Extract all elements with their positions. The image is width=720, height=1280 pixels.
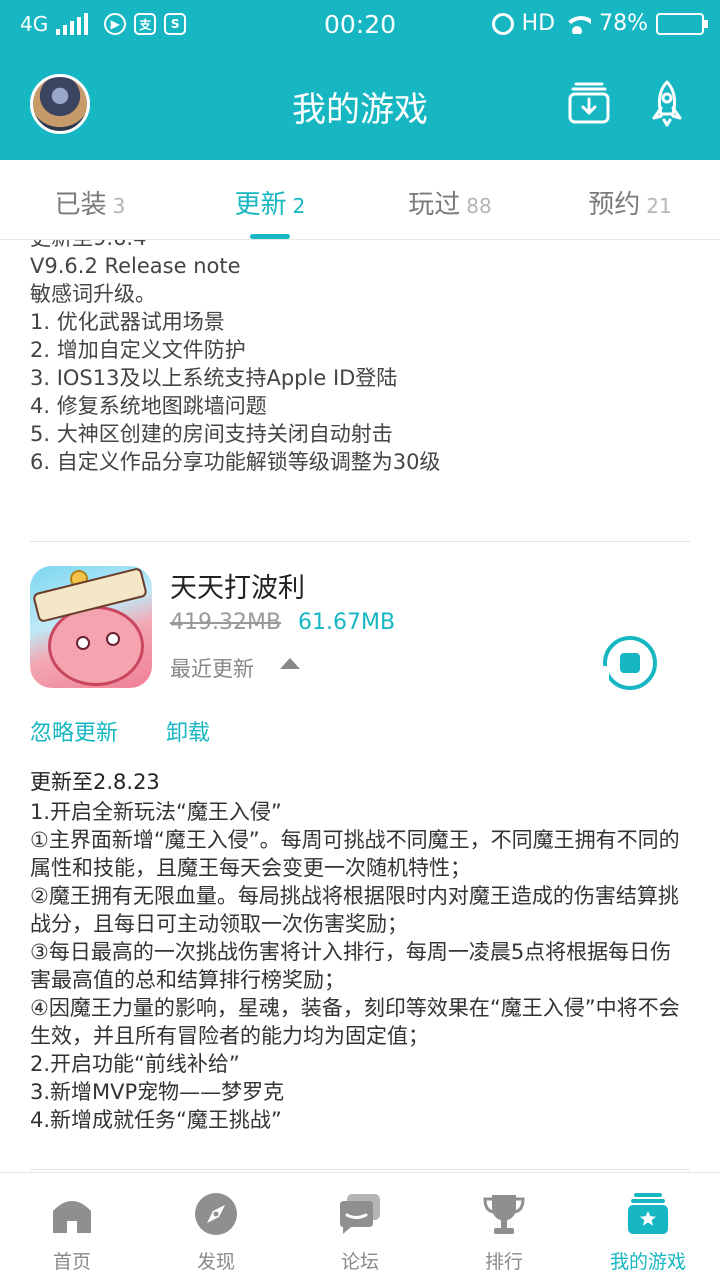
battery-percent: 78% bbox=[599, 11, 648, 36]
notes-title: 更新至2.8.23 bbox=[30, 770, 160, 794]
poring-graphic bbox=[48, 606, 144, 686]
game-title: 天天打波利 bbox=[170, 573, 305, 604]
tab-label: 玩过 bbox=[408, 190, 461, 220]
tab-played[interactable]: 玩过 88 bbox=[360, 160, 540, 239]
notes-line: 4.新增成就任务“魔王挑战” bbox=[30, 1108, 282, 1132]
tab-installed[interactable]: 已装 3 bbox=[0, 160, 180, 239]
stop-download-button[interactable] bbox=[601, 636, 657, 690]
chat-icon bbox=[340, 1194, 380, 1234]
notes-line: 1.开启全新玩法“魔王入侵” bbox=[30, 800, 282, 824]
previous-release-notes: 更新至9.6.4 V9.6.2 Release note 敏感词升级。 1. 优… bbox=[30, 240, 690, 476]
collapse-arrow-icon[interactable] bbox=[280, 658, 300, 669]
tab-count: 21 bbox=[646, 194, 672, 218]
uninstall-button[interactable]: 卸载 bbox=[166, 715, 210, 747]
status-bar: 4G ▶ 支 S 00:20 HD 78% bbox=[0, 0, 720, 50]
nav-home[interactable]: 首页 bbox=[0, 1173, 144, 1280]
eye-graphic bbox=[106, 632, 120, 646]
nav-label: 我的游戏 bbox=[609, 1251, 686, 1273]
wifi-icon bbox=[563, 14, 592, 34]
nav-label: 论坛 bbox=[340, 1251, 379, 1273]
game-icon[interactable] bbox=[30, 566, 152, 688]
notes-line: 2.开启功能“前线补给” bbox=[30, 1052, 240, 1076]
ignore-update-button[interactable]: 忽略更新 bbox=[30, 715, 118, 747]
bottom-navigation: 首页 发现 论坛 排行 我的游戏 bbox=[0, 1172, 720, 1280]
tab-label: 预约 bbox=[588, 190, 641, 220]
nav-discover[interactable]: 发现 bbox=[144, 1173, 288, 1280]
notes-line: ④因魔王力量的影响，星魂，装备，刻印等效果在“魔王入侵”中将不会生效，并且所有冒… bbox=[30, 996, 680, 1048]
tab-updates[interactable]: 更新 2 bbox=[180, 160, 360, 239]
divider bbox=[30, 1169, 690, 1170]
alarm-icon bbox=[491, 12, 514, 35]
old-size: 419.32MB bbox=[170, 610, 282, 635]
new-size: 61.67MB bbox=[298, 610, 396, 635]
download-box-icon[interactable] bbox=[564, 78, 614, 128]
compass-icon bbox=[195, 1193, 237, 1235]
trophy-icon bbox=[483, 1195, 525, 1234]
tab-label: 已装 bbox=[54, 190, 107, 220]
recent-update-label[interactable]: 最近更新 bbox=[170, 653, 254, 683]
notes-line: 敏感词升级。 bbox=[30, 282, 156, 306]
notes-line: 1. 优化武器试用场景 bbox=[30, 310, 225, 334]
rocket-icon[interactable] bbox=[642, 78, 692, 128]
nav-label: 发现 bbox=[196, 1251, 235, 1273]
notes-line: 3. IOS13及以上系统支持Apple ID登陆 bbox=[30, 366, 398, 390]
tab-bar: 已装 3 更新 2 玩过 88 预约 21 bbox=[0, 160, 720, 240]
nav-forum[interactable]: 论坛 bbox=[288, 1173, 432, 1280]
status-right: HD 78% bbox=[491, 11, 708, 36]
app-header: 4G ▶ 支 S 00:20 HD 78% 我的游戏 bbox=[0, 0, 720, 160]
notes-line: 4. 修复系统地图跳墙问题 bbox=[30, 394, 267, 418]
nav-label: 排行 bbox=[484, 1251, 523, 1273]
tab-count: 3 bbox=[112, 194, 126, 218]
notes-line: 2. 增加自定义文件防护 bbox=[30, 338, 246, 362]
eye-graphic bbox=[76, 636, 90, 650]
tab-label: 更新 bbox=[234, 190, 287, 220]
notes-heading: 更新至9.6.4 bbox=[30, 240, 690, 252]
notes-line: ③每日最高的一次挑战伤害将计入排行，每周一凌晨5点将根据每日伤害最高值的总和结算… bbox=[30, 940, 672, 992]
nav-my-games[interactable]: 我的游戏 bbox=[576, 1173, 720, 1280]
tab-count: 2 bbox=[292, 194, 306, 218]
progress-gap bbox=[601, 666, 609, 680]
tab-reserved[interactable]: 预约 21 bbox=[540, 160, 720, 239]
hd-indicator: HD bbox=[521, 11, 556, 36]
my-games-icon bbox=[628, 1193, 668, 1234]
tab-count: 88 bbox=[466, 194, 492, 218]
notes-line: ②魔王拥有无限血量。每局挑战将根据限时内对魔王造成的伤害结算挑战分，且每日可主动… bbox=[30, 884, 679, 936]
notes-line: ①主界面新增“魔王入侵”。每周可挑战不同魔王，不同魔王拥有不同的属性和技能，且魔… bbox=[30, 828, 680, 880]
update-list[interactable]: 更新至9.6.4 V9.6.2 Release note 敏感词升级。 1. 优… bbox=[0, 240, 720, 1172]
release-notes: 更新至2.8.23 1.开启全新玩法“魔王入侵” ①主界面新增“魔王入侵”。每周… bbox=[30, 768, 690, 1134]
battery-icon bbox=[656, 12, 708, 35]
notes-line: 5. 大神区创建的房间支持关闭自动射击 bbox=[30, 422, 393, 446]
notes-line: V9.6.2 Release note bbox=[30, 254, 241, 278]
nav-label: 首页 bbox=[52, 1251, 91, 1273]
notes-line: 3.新增MVP宠物——梦罗克 bbox=[30, 1080, 285, 1104]
divider bbox=[30, 541, 690, 542]
nav-ranking[interactable]: 排行 bbox=[432, 1173, 576, 1280]
home-icon bbox=[53, 1201, 91, 1233]
notes-line: 6. 自定义作品分享功能解锁等级调整为30级 bbox=[30, 450, 441, 474]
